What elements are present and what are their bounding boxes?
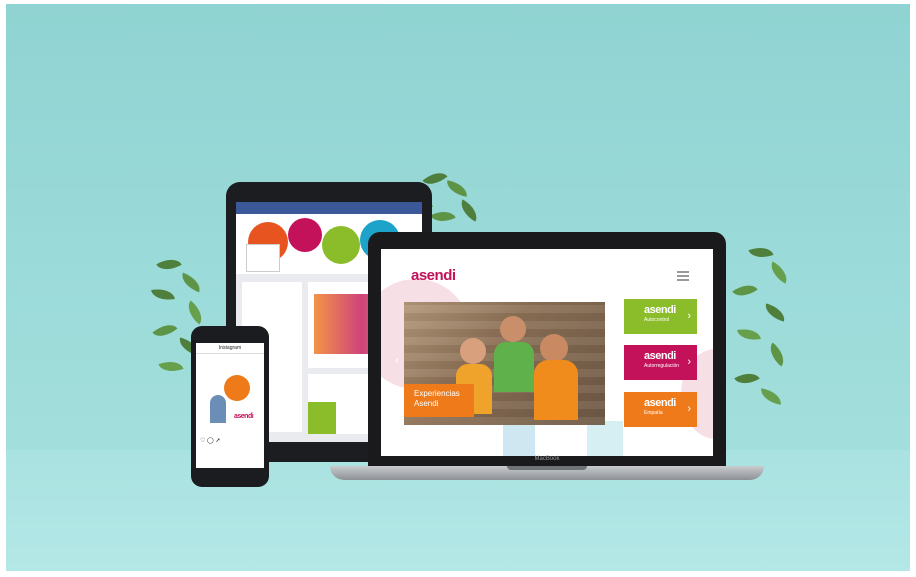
card-empatia[interactable]: asendi Empatía ›	[624, 392, 697, 427]
chevron-right-icon: ›	[687, 310, 691, 322]
chevron-right-icon: ›	[687, 356, 691, 368]
card-autorregulacion[interactable]: asendi Autorregulación ›	[624, 345, 697, 380]
instagram-title: Instagram	[196, 343, 264, 354]
laptop-screen: asendi ‹ › Experiencias Asendi asendi Au…	[381, 249, 713, 456]
laptop-device: asendi ‹ › Experiencias Asendi asendi Au…	[368, 232, 726, 466]
carousel-next-icon[interactable]: ›	[607, 353, 611, 367]
hamburger-icon[interactable]	[677, 271, 689, 281]
instagram-action-icons[interactable]: ♡ ◯ ➚	[200, 437, 220, 444]
instagram-post-image: asendi	[196, 361, 264, 433]
site-logo-text: asendi	[411, 267, 456, 284]
laptop-brand-label: MacBook	[534, 456, 560, 462]
facebook-header-bar	[236, 202, 422, 214]
carousel-prev-icon[interactable]: ‹	[395, 353, 399, 367]
phone-device: Instagram asendi ♡ ◯ ➚	[191, 326, 269, 487]
site-logo[interactable]: asendi	[411, 267, 456, 284]
laptop-notch	[507, 466, 587, 470]
phone-screen: Instagram asendi ♡ ◯ ➚	[196, 343, 264, 468]
phone-asendi-logo: asendi	[234, 413, 254, 420]
card-autocontrol[interactable]: asendi Autocontrol ›	[624, 299, 697, 334]
chevron-right-icon: ›	[687, 403, 691, 415]
hero-caption[interactable]: Experiencias Asendi	[404, 384, 474, 417]
plant-right	[720, 240, 800, 415]
